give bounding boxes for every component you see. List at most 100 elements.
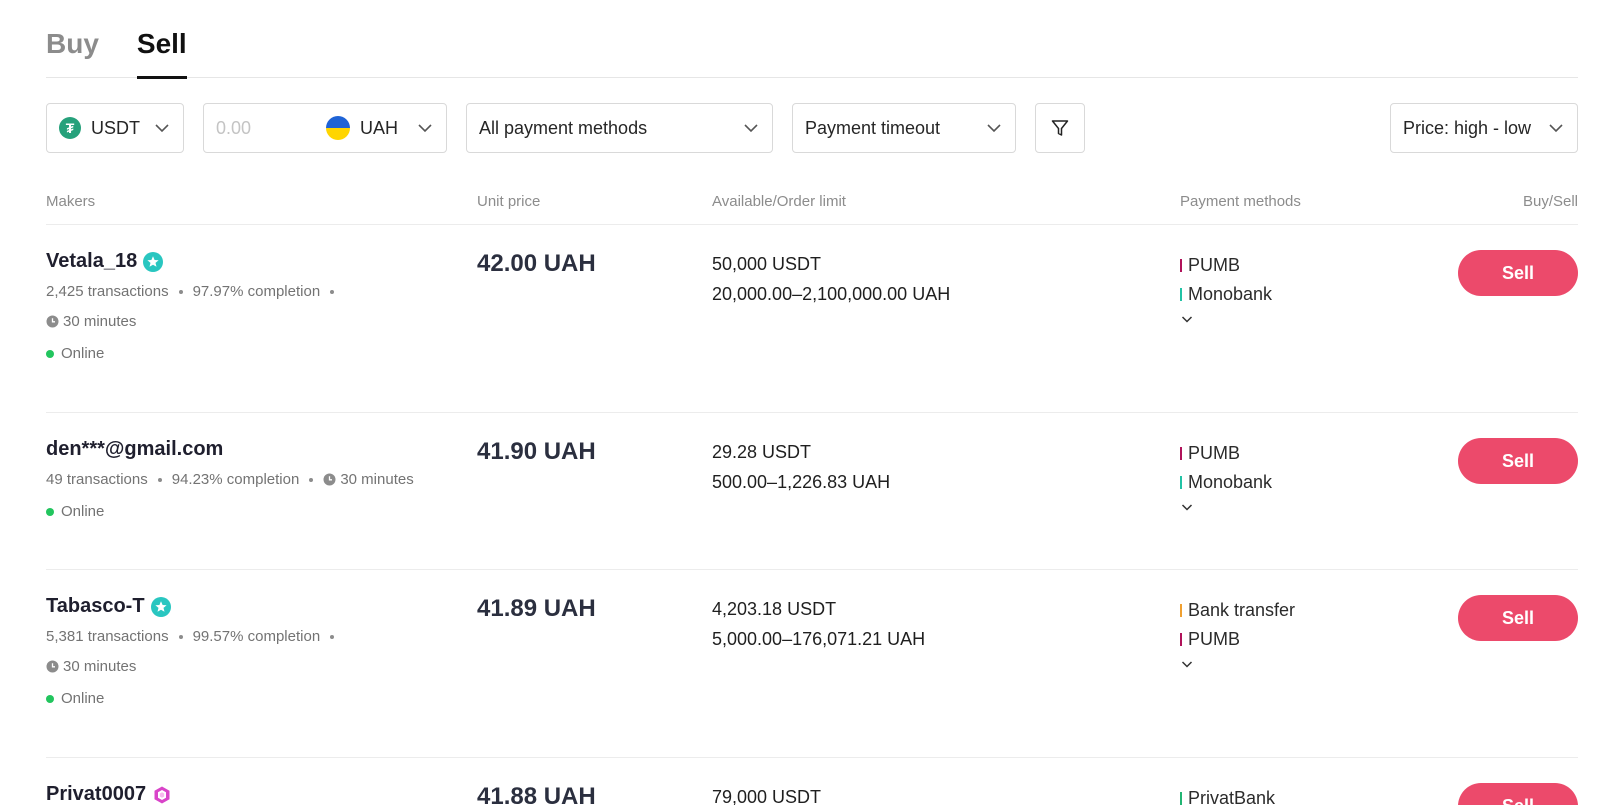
chevron-down-icon (985, 119, 1003, 137)
unit-price: 41.88 UAH (477, 783, 596, 805)
payment-method-item: PUMB (1180, 443, 1240, 464)
available-amount: 29.28 USDT (712, 442, 812, 462)
maker-name-text: Tabasco-T (46, 595, 145, 617)
payment-method-label: Monobank (1188, 472, 1273, 492)
maker-stats: 2,425 transactions 97.97% completion (46, 283, 344, 300)
maker-name[interactable]: Tabasco-T (46, 595, 171, 618)
completion-rate: 97.97% completion (192, 283, 321, 300)
expand-payment-methods-icon[interactable] (1180, 657, 1196, 671)
sell-button[interactable]: Sell (1458, 783, 1578, 805)
transactions-count: 49 transactions (46, 471, 148, 488)
separator-dot (157, 477, 162, 482)
chevron-down-icon (1547, 119, 1565, 137)
separator-dot (178, 289, 183, 294)
separator-dot (330, 634, 335, 639)
payment-method-label: PUMB (1188, 629, 1241, 649)
tab-sell[interactable]: Sell (136, 22, 187, 79)
chevron-down-icon (153, 119, 171, 137)
clock-icon (323, 473, 336, 486)
payment-method-item: PUMB (1180, 629, 1240, 650)
column-header-buy-sell: Buy/Sell (1522, 193, 1578, 210)
order-limit: 20,000.00–2,100,000.00 UAH (712, 284, 951, 304)
table-row: Privat0007 41.88 UAH 79,000 USDT PrivatB… (46, 758, 1578, 805)
crypto-select[interactable]: ₮ USDT (46, 103, 184, 153)
online-status: Online (46, 345, 104, 362)
unit-price: 41.90 UAH (477, 438, 596, 465)
buy-sell-tabs: Buy Sell (46, 22, 1578, 79)
expand-payment-methods-icon[interactable] (1180, 312, 1196, 326)
fiat-select-value[interactable]: UAH (360, 118, 398, 139)
crypto-select-value: USDT (91, 117, 140, 138)
online-status-text: Online (61, 345, 105, 362)
unit-price: 41.89 UAH (477, 595, 596, 622)
payment-timeout: 30 minutes (46, 313, 136, 330)
payment-timeout: 30 minutes (46, 658, 136, 675)
payment-method-label: PrivatBank (1188, 788, 1276, 805)
available-amount: 50,000 USDT (712, 254, 822, 274)
payment-method-color-bar (1180, 476, 1182, 489)
payment-method-color-bar (1180, 633, 1182, 646)
online-status: Online (46, 690, 104, 707)
payment-method-item: Bank transfer (1180, 600, 1295, 621)
order-limit: 500.00–1,226.83 UAH (712, 472, 891, 492)
maker-stats: 49 transactions 94.23% completion 30 min… (46, 471, 414, 488)
table-row: Tabasco-T 5,381 transactions 99.57% comp… (46, 570, 1578, 758)
sell-button[interactable]: Sell (1458, 250, 1578, 296)
table-header: Makers Unit price Available/Order limit … (46, 193, 1578, 225)
transactions-count: 2,425 transactions (46, 283, 169, 300)
payment-method-label: PUMB (1188, 255, 1241, 275)
table-row: Vetala_18 2,425 transactions 97.97% comp… (46, 225, 1578, 413)
payment-method-label: PUMB (1188, 443, 1241, 463)
sell-button[interactable]: Sell (1458, 438, 1578, 484)
timeout-text: 30 minutes (63, 313, 137, 330)
timeout-text: 30 minutes (340, 471, 414, 488)
verified-star-badge-icon (150, 596, 171, 617)
payment-method-color-bar (1180, 288, 1182, 301)
payment-method-color-bar (1180, 604, 1182, 617)
tab-buy[interactable]: Buy (46, 22, 99, 78)
sort-select-value: Price: high - low (1403, 117, 1532, 138)
payment-timeout-select[interactable]: Payment timeout (792, 103, 1016, 153)
online-status-text: Online (61, 690, 105, 707)
sell-button[interactable]: Sell (1458, 595, 1578, 641)
table-row: den***@gmail.com 49 transactions 94.23% … (46, 413, 1578, 570)
separator-dot (330, 289, 335, 294)
maker-name[interactable]: Vetala_18 (46, 250, 164, 273)
amount-fiat-field: UAH (203, 103, 447, 153)
maker-name-text: den***@gmail.com (46, 438, 224, 460)
separator-dot (178, 634, 183, 639)
chevron-down-icon (742, 119, 760, 137)
completion-rate: 99.57% completion (192, 628, 321, 645)
maker-name[interactable]: Privat0007 (46, 783, 172, 805)
online-indicator (46, 694, 54, 703)
payment-method-color-bar (1180, 447, 1182, 460)
online-indicator (46, 349, 54, 358)
payment-method-label: Monobank (1188, 284, 1273, 304)
clock-icon (46, 315, 59, 328)
payment-method-item: Monobank (1180, 472, 1272, 493)
filter-button[interactable] (1035, 103, 1085, 153)
payment-method-item: PrivatBank (1180, 788, 1275, 805)
clock-icon (46, 660, 59, 673)
ukraine-flag-icon (326, 116, 350, 140)
verified-star-badge-icon (143, 251, 164, 272)
online-indicator (46, 507, 54, 516)
filter-bar: ₮ USDT UAH All payment methods Payment t… (46, 103, 1578, 153)
sort-select[interactable]: Price: high - low (1390, 103, 1578, 153)
payment-timeout-select-value: Payment timeout (805, 117, 941, 138)
transactions-count: 5,381 transactions (46, 628, 169, 645)
payment-methods-select[interactable]: All payment methods (466, 103, 773, 153)
maker-name-text: Privat0007 (46, 783, 147, 805)
payment-method-color-bar (1180, 792, 1182, 805)
column-header-available: Available/Order limit (712, 193, 846, 210)
payment-method-color-bar (1180, 259, 1182, 272)
amount-input[interactable] (216, 117, 326, 139)
expand-payment-methods-icon[interactable] (1180, 500, 1196, 514)
separator-dot (309, 477, 314, 482)
payment-method-label: Bank transfer (1188, 600, 1296, 620)
maker-stats: 5,381 transactions 99.57% completion (46, 628, 344, 645)
chevron-down-icon[interactable] (416, 119, 434, 137)
maker-name[interactable]: den***@gmail.com (46, 438, 223, 461)
tether-icon: ₮ (59, 117, 81, 139)
payment-methods-select-value: All payment methods (479, 117, 648, 138)
